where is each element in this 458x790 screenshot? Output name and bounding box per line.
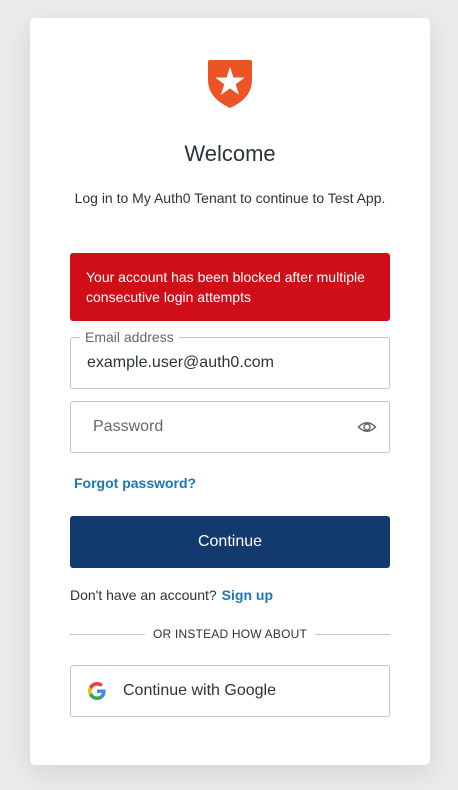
signup-row: Don't have an account? Sign up [70, 587, 273, 603]
password-input[interactable] [93, 402, 341, 452]
signup-prompt: Don't have an account? [70, 587, 217, 603]
password-field[interactable] [70, 401, 390, 453]
divider-text: OR INSTEAD HOW ABOUT [153, 627, 308, 641]
divider-line-right [315, 633, 391, 635]
eye-icon[interactable] [357, 417, 377, 437]
email-input[interactable] [87, 338, 341, 388]
divider-line-left [70, 633, 145, 635]
forgot-password-link[interactable]: Forgot password? [74, 475, 196, 491]
page-title: Welcome [184, 141, 276, 166]
continue-with-google-button[interactable]: Continue with Google [70, 665, 390, 717]
divider: OR INSTEAD HOW ABOUT [70, 626, 391, 642]
continue-button[interactable]: Continue [70, 516, 390, 568]
email-field[interactable]: Email address [70, 328, 390, 389]
login-card: Welcome Log in to My Auth0 Tenant to con… [30, 18, 430, 765]
google-button-label: Continue with Google [123, 682, 276, 699]
auth0-logo-icon [208, 60, 252, 108]
signup-link[interactable]: Sign up [222, 587, 273, 603]
page-subtitle: Log in to My Auth0 Tenant to continue to… [74, 190, 386, 206]
error-alert: Your account has been blocked after mult… [70, 253, 390, 321]
google-icon [88, 682, 106, 700]
